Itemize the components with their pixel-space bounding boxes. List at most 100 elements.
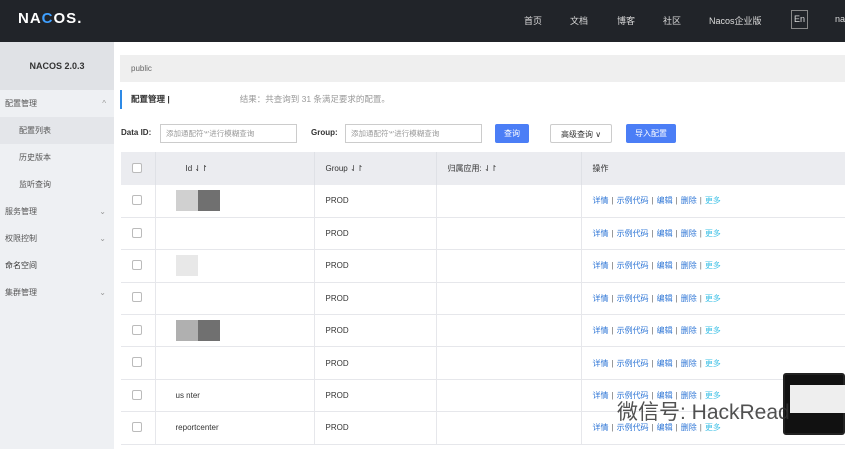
action-link[interactable]: 编辑 [657,326,673,335]
sidebar-item-service[interactable]: 服务管理 ⌄ [0,198,114,225]
nav-blog[interactable]: 博客 [617,14,635,27]
label: 服务管理 [5,207,37,216]
label: Group [325,164,348,173]
sidebar-item-config-list[interactable]: 配置列表 [0,117,114,144]
action-link[interactable]: 编辑 [657,261,673,270]
group-cell: PROD [314,217,437,251]
import-config-button[interactable]: 导入配置 [626,124,676,143]
action-link[interactable]: 详情 [593,359,609,368]
action-link[interactable]: 详情 [593,423,609,432]
header-id[interactable]: Id ⇃↾ [155,152,315,185]
sidebar-item-cluster[interactable]: 集群管理 ⌄ [0,279,114,306]
actions-cell: 详情 | 示例代码 | 编辑 | 删除 | 更多 [581,185,845,218]
sort-icon[interactable]: ⇃↾ [350,164,363,173]
watermark: 微信号: HackRead [617,401,790,424]
action-link[interactable]: 详情 [593,196,609,205]
table-row: PROD 详情 | 示例代码 | 编辑 | 删除 | 更多 [121,282,845,316]
action-link[interactable]: 示例代码 [617,229,649,238]
group-input[interactable]: 添加通配符'*'进行模糊查询 [345,124,482,143]
id-text[interactable]: us nter [176,391,200,400]
row-checkbox[interactable] [132,421,142,432]
user-menu[interactable]: na [835,14,845,24]
id-cell [155,185,315,218]
separator: | [611,358,614,368]
separator: | [651,196,654,206]
action-link[interactable]: 更多 [705,196,721,205]
action-link[interactable]: 详情 [593,326,609,335]
row-select-cell [121,282,156,316]
action-link[interactable]: 删除 [681,326,697,335]
action-link[interactable]: 示例代码 [617,261,649,270]
action-link[interactable]: 删除 [681,359,697,368]
sort-icon[interactable]: ⇃↾ [194,164,207,173]
action-link[interactable]: 更多 [705,326,721,335]
row-checkbox[interactable] [132,389,142,400]
action-link[interactable]: 更多 [705,359,721,368]
action-link[interactable]: 编辑 [657,196,673,205]
nacos-logo[interactable]: NACOS. [18,10,82,27]
action-link[interactable]: 示例代码 [617,196,649,205]
nav-home[interactable]: 首页 [524,14,542,27]
actions-cell: 详情 | 示例代码 | 编辑 | 删除 | 更多 [581,282,845,316]
group-cell: PROD [314,314,437,348]
action-link[interactable]: 编辑 [657,229,673,238]
redaction [197,190,220,212]
header-actions: 操作 [581,152,845,185]
sidebar-item-listener[interactable]: 监听查询 [0,171,114,198]
row-select-cell [121,346,156,380]
advanced-query-button[interactable]: 高级查询 ∨ [550,124,612,143]
header-app[interactable]: 归属应用: ⇃↾ [436,152,582,185]
action-link[interactable]: 详情 [593,229,609,238]
action-link[interactable]: 示例代码 [617,359,649,368]
row-select-cell [121,185,156,218]
action-link[interactable]: 编辑 [657,294,673,303]
query-button[interactable]: 查询 [495,124,529,143]
action-link[interactable]: 示例代码 [617,326,649,335]
row-checkbox[interactable] [132,227,142,238]
separator: | [675,293,678,303]
row-checkbox[interactable] [132,259,142,270]
separator: | [611,196,614,206]
action-link[interactable]: 删除 [681,229,697,238]
action-link[interactable]: 详情 [593,294,609,303]
action-link[interactable]: 示例代码 [617,294,649,303]
sidebar-item-namespace[interactable]: 命名空间 [0,252,114,279]
group-cell: PROD [314,379,437,413]
action-link[interactable]: 详情 [593,261,609,270]
separator: | [611,423,614,433]
chevron-down-icon: ⌄ [99,234,106,243]
nav-community[interactable]: 社区 [663,14,681,27]
action-link[interactable]: 更多 [705,261,721,270]
separator: | [651,326,654,336]
action-link[interactable]: 详情 [593,391,609,400]
row-checkbox[interactable] [132,194,142,205]
separator: | [611,261,614,271]
action-link[interactable]: 删除 [681,294,697,303]
sidebar-item-config[interactable]: 配置管理 ^ [0,90,114,117]
nav-docs[interactable]: 文档 [570,14,588,27]
sidebar-item-auth[interactable]: 权限控制 ⌄ [0,225,114,252]
action-link[interactable]: 编辑 [657,359,673,368]
nav-enterprise[interactable]: Nacos企业版 [709,14,762,27]
label: 配置管理 [5,99,37,108]
sidebar-item-history[interactable]: 历史版本 [0,144,114,171]
row-checkbox[interactable] [132,292,142,303]
action-link[interactable]: 删除 [681,196,697,205]
app-cell [436,346,582,380]
action-link[interactable]: 更多 [705,229,721,238]
row-checkbox[interactable] [132,357,142,368]
select-all-checkbox[interactable] [132,162,142,173]
id-text[interactable]: reportcenter [176,423,219,432]
action-link[interactable]: 删除 [681,261,697,270]
dataid-input[interactable]: 添加通配符'*'进行模糊查询 [160,124,297,143]
row-select-cell [121,217,156,251]
row-checkbox[interactable] [132,324,142,335]
action-link[interactable]: 更多 [705,294,721,303]
sort-icon[interactable]: ⇃↾ [484,164,497,173]
separator: | [675,196,678,206]
language-toggle[interactable]: En [791,10,808,29]
namespace-breadcrumb[interactable]: public [120,55,845,82]
header-group[interactable]: Group ⇃↾ [314,152,437,185]
separator: | [651,293,654,303]
chevron-down-icon: ⌄ [99,207,106,216]
